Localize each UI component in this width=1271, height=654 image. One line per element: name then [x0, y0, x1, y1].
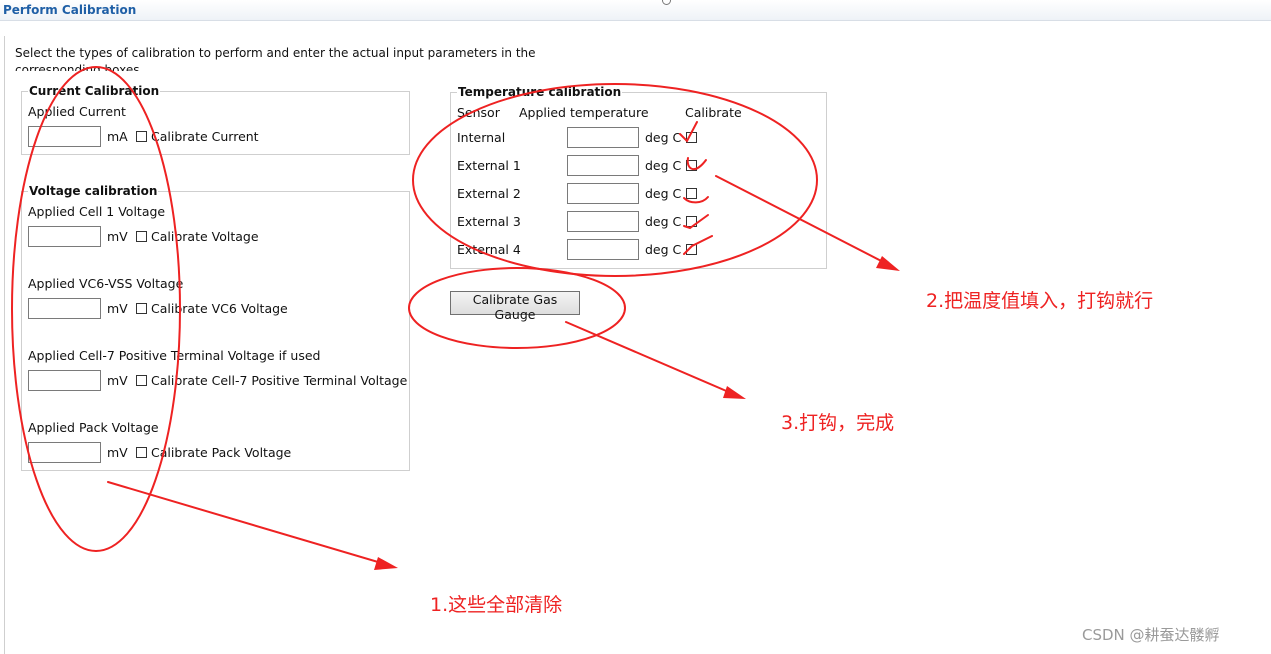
calibrate-external3-checkbox[interactable] — [686, 216, 697, 227]
current-calibration-legend: Current Calibration — [28, 84, 161, 98]
temperature-unit: deg C — [645, 130, 682, 145]
annotation-note-2: 2.把温度值填入，打钩就行 — [926, 290, 1154, 312]
calibrate-external2-checkbox[interactable] — [686, 188, 697, 199]
watermark: CSDN @耕蚕达髅孵 — [1082, 626, 1220, 644]
voltage-unit: mV — [107, 301, 128, 316]
calibrate-external1-checkbox[interactable] — [686, 160, 697, 171]
calibrate-vc6-voltage-label: Calibrate VC6 Voltage — [151, 301, 288, 316]
sensor-external2-label: External 2 — [457, 186, 521, 201]
voltage-calibration-legend: Voltage calibration — [28, 184, 159, 198]
external3-temperature-input[interactable] — [567, 211, 639, 232]
current-unit: mA — [107, 129, 128, 144]
applied-current-input[interactable] — [28, 126, 101, 147]
calibrate-internal-checkbox[interactable] — [686, 132, 697, 143]
calibrate-voltage-checkbox[interactable] — [136, 231, 147, 242]
calibrate-pack-voltage-checkbox[interactable] — [136, 447, 147, 458]
window-title: Perform Calibration — [3, 3, 137, 17]
calibrate-cell7-voltage-label: Calibrate Cell-7 Positive Terminal Volta… — [151, 373, 408, 388]
intro-text: Select the types of calibration to perfo… — [15, 46, 536, 71]
window-titlebar: Perform Calibration — [0, 0, 1271, 21]
internal-temperature-input[interactable] — [567, 127, 639, 148]
external2-temperature-input[interactable] — [567, 183, 639, 204]
voltage-row-label: Applied Pack Voltage — [28, 420, 159, 435]
sensor-external4-label: External 4 — [457, 242, 521, 257]
calibrate-current-checkbox[interactable] — [136, 131, 147, 142]
calibrate-current-label: Calibrate Current — [151, 129, 259, 144]
calibrate-voltage-label: Calibrate Voltage — [151, 229, 259, 244]
calibrate-pack-voltage-label: Calibrate Pack Voltage — [151, 445, 292, 460]
voltage-unit: mV — [107, 229, 128, 244]
cell7-voltage-input[interactable] — [28, 370, 101, 391]
vc6-vss-voltage-input[interactable] — [28, 298, 101, 319]
calibrate-external4-checkbox[interactable] — [686, 244, 697, 255]
calibrate-vc6-voltage-checkbox[interactable] — [136, 303, 147, 314]
temperature-unit: deg C — [645, 158, 682, 173]
sensor-external1-label: External 1 — [457, 158, 521, 173]
sensor-internal-label: Internal — [457, 130, 506, 145]
annotation-note-3: 3.打钩，完成 — [781, 412, 895, 434]
temperature-unit: deg C — [645, 242, 682, 257]
external1-temperature-input[interactable] — [567, 155, 639, 176]
calibrate-gas-gauge-button[interactable]: Calibrate Gas Gauge — [450, 291, 580, 322]
applied-current-label: Applied Current — [28, 104, 126, 119]
voltage-row-label: Applied VC6-VSS Voltage — [28, 276, 184, 291]
temperature-calibration-legend: Temperature calibration — [457, 85, 623, 99]
external4-temperature-input[interactable] — [567, 239, 639, 260]
drag-handle-icon — [662, 0, 671, 5]
temperature-unit: deg C — [645, 214, 682, 229]
sensor-header: Sensor — [457, 105, 500, 120]
pack-voltage-input[interactable] — [28, 442, 101, 463]
voltage-row-label: Applied Cell 1 Voltage — [28, 204, 166, 219]
annotation-note-1: 1.这些全部清除 — [430, 594, 563, 616]
temperature-unit: deg C — [645, 186, 682, 201]
cell1-voltage-input[interactable] — [28, 226, 101, 247]
calibrate-cell7-voltage-checkbox[interactable] — [136, 375, 147, 386]
voltage-unit: mV — [107, 373, 128, 388]
applied-temperature-header: Applied temperature — [519, 105, 649, 120]
calibrate-header: Calibrate — [685, 105, 742, 120]
voltage-row-label: Applied Cell-7 Positive Terminal Voltage… — [28, 348, 321, 363]
sensor-external3-label: External 3 — [457, 214, 521, 229]
voltage-unit: mV — [107, 445, 128, 460]
